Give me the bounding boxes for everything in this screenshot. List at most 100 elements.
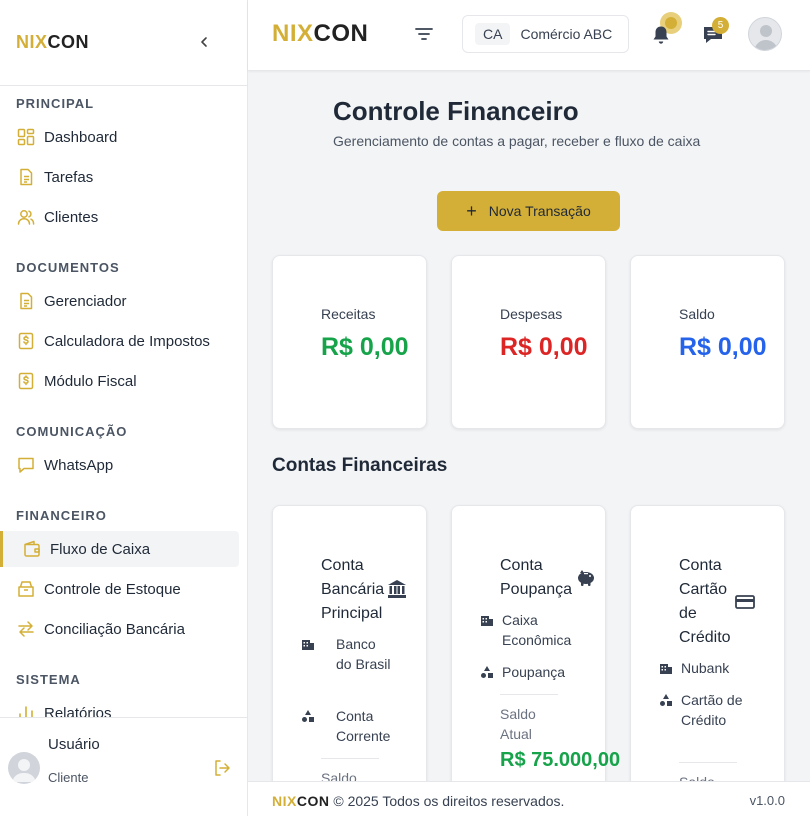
box-icon bbox=[18, 581, 34, 597]
page-footer: NIXCON © 2025 Todos os direitos reservad… bbox=[248, 781, 810, 816]
top-header: NIXCON CA Comércio ABC 5 bbox=[248, 0, 810, 71]
sidebar-item-label: Tarefas bbox=[44, 168, 94, 186]
grid-icon bbox=[17, 128, 35, 146]
section-label-comunicacao: COMUNICAÇÃO bbox=[16, 424, 128, 439]
divider bbox=[679, 762, 737, 763]
user-name: Usuário bbox=[48, 736, 100, 753]
account-name: Conta Bancária Principal bbox=[321, 557, 385, 622]
copyright: NIXCON © 2025 Todos os direitos reservad… bbox=[272, 793, 564, 809]
section-label-sistema: SISTEMA bbox=[16, 672, 81, 687]
sidebar-item-tarefas[interactable]: Tarefas bbox=[0, 159, 239, 195]
sidebar-item-fluxo-caixa[interactable]: Fluxo de Caixa bbox=[0, 531, 239, 567]
new-transaction-button[interactable]: + Nova Transação bbox=[437, 191, 620, 231]
dollar-document-icon bbox=[18, 372, 34, 390]
bar-chart-icon bbox=[19, 706, 33, 717]
dollar-document-icon bbox=[18, 332, 34, 350]
sidebar-header: NIXCON bbox=[0, 0, 247, 86]
sidebar-item-label: Relatórios bbox=[44, 704, 112, 718]
shapes-icon bbox=[660, 694, 672, 706]
chevron-left-icon[interactable] bbox=[196, 30, 212, 54]
sidebar-item-label: Fluxo de Caixa bbox=[50, 540, 151, 558]
sidebar-item-whatsapp[interactable]: WhatsApp bbox=[0, 447, 239, 483]
page-title: Controle Financeiro bbox=[333, 96, 579, 126]
filter-icon[interactable] bbox=[412, 22, 436, 46]
account-bank: Nubank bbox=[659, 658, 769, 678]
sidebar-logo[interactable]: NIXCON bbox=[16, 32, 89, 53]
footer-logo: NIXCON bbox=[272, 793, 330, 809]
sidebar-item-relatorios[interactable]: Relatórios bbox=[0, 695, 239, 717]
credit-card-icon bbox=[734, 591, 756, 613]
account-bank: Banco do Brasil bbox=[301, 634, 411, 674]
account-name: Conta Poupança bbox=[500, 557, 573, 598]
chat-icon bbox=[18, 457, 34, 473]
plus-icon: + bbox=[466, 201, 477, 221]
logout-icon[interactable] bbox=[212, 758, 232, 778]
sidebar-item-clientes[interactable]: Clientes bbox=[0, 199, 239, 235]
sidebar-item-modulo-fiscal[interactable]: Módulo Fiscal bbox=[0, 363, 239, 399]
user-role: Cliente bbox=[48, 770, 89, 785]
swap-icon bbox=[18, 621, 34, 637]
new-transaction-label: Nova Transação bbox=[488, 203, 591, 219]
page-subtitle: Gerenciamento de contas a pagar, receber… bbox=[333, 133, 701, 149]
sidebar-item-label: Gerenciador bbox=[44, 292, 127, 310]
stat-label: Receitas bbox=[321, 306, 376, 322]
sidebar-item-label: Controle de Estoque bbox=[44, 580, 181, 598]
piggy-bank-icon bbox=[575, 566, 597, 588]
account-card[interactable]: Conta Bancária Principal Banco do Brasil… bbox=[272, 505, 427, 781]
account-type: Cartão de Crédito bbox=[659, 690, 769, 730]
shapes-icon bbox=[481, 666, 493, 678]
stat-value: R$ 0,00 bbox=[679, 333, 767, 361]
company-selector[interactable]: CA Comércio ABC bbox=[462, 15, 629, 53]
bank-icon bbox=[386, 578, 408, 600]
stat-card-despesas: Despesas R$ 0,00 bbox=[451, 255, 606, 429]
header-logo[interactable]: NIXCON bbox=[272, 20, 368, 48]
avatar[interactable] bbox=[8, 752, 40, 784]
stat-value: R$ 0,00 bbox=[321, 333, 409, 361]
account-card[interactable]: Conta Poupança Caixa Econômica Poupança … bbox=[451, 505, 620, 781]
main-content: Controle Financeiro Gerenciamento de con… bbox=[248, 72, 810, 781]
version-label: v1.0.0 bbox=[749, 793, 785, 808]
sidebar-item-conciliacao-bancaria[interactable]: Conciliação Bancária bbox=[0, 611, 239, 647]
sidebar-item-calculadora-impostos[interactable]: Calculadora de Impostos bbox=[0, 323, 239, 359]
stat-label: Saldo bbox=[679, 306, 715, 322]
section-label-principal: PRINCIPAL bbox=[16, 96, 95, 111]
balance-label: Saldo bbox=[321, 770, 357, 781]
document-icon bbox=[20, 292, 33, 310]
divider bbox=[321, 758, 379, 759]
sidebar-item-gerenciador[interactable]: Gerenciador bbox=[0, 283, 239, 319]
sidebar-item-label: Clientes bbox=[44, 208, 99, 226]
stat-card-receitas: Receitas R$ 0,00 bbox=[272, 255, 427, 429]
balance-label: Saldo Atual bbox=[500, 706, 536, 742]
section-label-documentos: DOCUMENTOS bbox=[16, 260, 120, 275]
sidebar-item-controle-estoque[interactable]: Controle de Estoque bbox=[0, 571, 239, 607]
sidebar-nav: PRINCIPAL Dashboard Tarefas Clientes DOC… bbox=[0, 87, 247, 717]
section-label-financeiro: FINANCEIRO bbox=[16, 508, 107, 523]
building-icon bbox=[302, 640, 314, 650]
account-card[interactable]: Conta Cartão de Crédito Nubank Cartão de… bbox=[630, 505, 785, 781]
messages-count-badge: 5 bbox=[712, 17, 729, 34]
divider bbox=[500, 694, 558, 695]
stat-card-saldo: Saldo R$ 0,00 bbox=[630, 255, 785, 429]
sidebar-item-dashboard[interactable]: Dashboard bbox=[0, 119, 239, 155]
bell-icon[interactable] bbox=[648, 22, 674, 48]
account-type: Conta Corrente bbox=[301, 706, 411, 746]
avatar[interactable] bbox=[748, 17, 782, 51]
building-icon bbox=[660, 664, 672, 674]
sidebar-user-panel: Usuário Cliente bbox=[0, 717, 247, 816]
sidebar-item-label: Conciliação Bancária bbox=[44, 620, 185, 638]
copyright-text: © 2025 Todos os direitos reservados. bbox=[333, 793, 565, 809]
account-bank: Caixa Econômica bbox=[480, 610, 590, 650]
account-type: Poupança bbox=[480, 662, 590, 682]
stat-value: R$ 0,00 bbox=[500, 333, 588, 361]
balance-value: R$ 75.000,00 bbox=[500, 749, 621, 771]
company-name: Comércio ABC bbox=[520, 26, 613, 42]
sidebar-item-label: Dashboard bbox=[44, 128, 118, 146]
company-abbr-badge: CA bbox=[475, 23, 511, 45]
wallet-icon bbox=[24, 540, 40, 557]
sidebar-item-label: WhatsApp bbox=[44, 456, 114, 474]
shapes-icon bbox=[302, 710, 314, 722]
document-icon bbox=[20, 168, 33, 186]
sidebar-item-label: Módulo Fiscal bbox=[44, 372, 137, 390]
account-name: Conta Cartão de Crédito bbox=[679, 557, 731, 646]
building-icon bbox=[481, 616, 493, 626]
